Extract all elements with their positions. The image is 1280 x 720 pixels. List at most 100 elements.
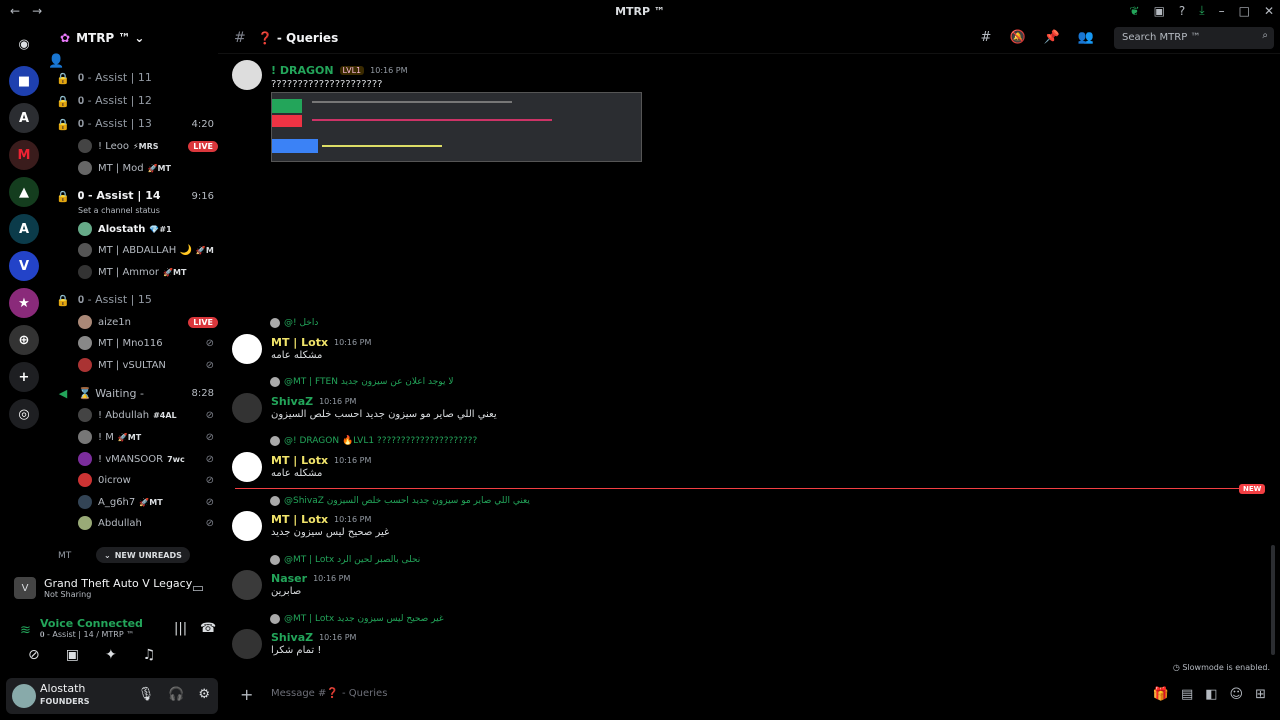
search-icon: ⌕: [1262, 30, 1268, 41]
pinned-messages-icon[interactable]: 📌: [1044, 30, 1060, 45]
member-list-icon[interactable]: 👥: [1078, 30, 1094, 45]
title-bar: ← → MTRP ™ ❦ ▣ ? ⤓ – □ ✕: [0, 0, 1280, 22]
camera-off-icon[interactable]: ⊘: [28, 647, 40, 663]
voice-channel-assist-11[interactable]: 🔒 𝟎 - Assist | 11: [56, 68, 218, 88]
scrollbar[interactable]: [1271, 545, 1275, 655]
settings-gear-icon[interactable]: ⚙: [198, 687, 210, 702]
threads-icon[interactable]: #: [981, 30, 992, 45]
avatar[interactable]: [232, 570, 262, 600]
avatar[interactable]: [232, 334, 262, 364]
voice-user[interactable]: MT | ABDALLAH 🌙 🚀M: [78, 240, 218, 260]
voice-user[interactable]: MT | Mod 🚀MT: [78, 158, 218, 178]
mic-muted-icon: ⊘: [205, 517, 214, 529]
emoji-icon[interactable]: ☺: [1230, 687, 1244, 702]
server-icon[interactable]: M: [9, 140, 39, 170]
server-icon[interactable]: ▲: [9, 177, 39, 207]
signal-icon[interactable]: ≋: [20, 623, 31, 638]
apps-icon[interactable]: ⊞: [1255, 687, 1266, 702]
avatar[interactable]: [232, 60, 262, 90]
invite-people-icon[interactable]: 👤: [48, 54, 64, 69]
reply-reference[interactable]: @MT | FTEN لا يوجد اعلان عن سيزون جديد: [270, 377, 453, 387]
discover-icon[interactable]: ◎: [9, 399, 39, 429]
sticker-icon[interactable]: ◧: [1205, 687, 1217, 702]
voice-user[interactable]: aize1n LIVE: [78, 312, 218, 332]
lock-icon: 🔒: [56, 293, 70, 307]
voice-user[interactable]: MT | Mno116 ⊘: [78, 333, 218, 353]
lock-icon: 🔒: [56, 189, 70, 203]
mic-muted-icon: ⊘: [205, 453, 214, 465]
activity-panel: V Grand Theft Auto V Legacy Not Sharing ▭…: [8, 571, 218, 691]
voice-channel-assist-14[interactable]: 🔒 𝟎 - Assist | 14 9:16: [56, 186, 218, 206]
headphones-icon[interactable]: 🎧: [168, 687, 184, 702]
mic-muted-icon: ⊘: [205, 496, 214, 508]
reply-reference[interactable]: @MT | Lotx غير صحيح ليس سيزون جديد: [270, 614, 444, 624]
voice-channel-assist-15[interactable]: 🔒 𝟎 - Assist | 15: [56, 290, 218, 310]
speaker-icon: ◀: [58, 386, 68, 400]
soundboard-icon[interactable]: ♫: [143, 647, 156, 663]
voice-channel-assist-13[interactable]: 🔒 𝟎 - Assist | 13 4:20: [56, 114, 218, 134]
avatar[interactable]: [232, 452, 262, 482]
image-attachment[interactable]: [271, 92, 642, 162]
inbox-icon[interactable]: ▣: [1154, 4, 1165, 18]
reply-reference[interactable]: @ShivaZ يعني اللي صاير مو سيزون جديد احس…: [270, 496, 530, 506]
server-name: MTRP ™: [76, 31, 131, 45]
server-header[interactable]: ✿ MTRP ™ ⌄: [48, 22, 218, 54]
voice-user[interactable]: ! M 🚀MT ⊘: [78, 427, 218, 447]
maximize-icon[interactable]: □: [1239, 4, 1250, 18]
microphone-icon[interactable]: 🎙: [138, 687, 155, 702]
reply-reference[interactable]: @MT | Lotx نحلى بالصبر لحين الرد: [270, 555, 420, 565]
new-messages-divider: [235, 488, 1261, 489]
gif-icon[interactable]: ▤: [1181, 687, 1193, 702]
minimize-icon[interactable]: –: [1219, 4, 1225, 18]
server-icon[interactable]: V: [9, 251, 39, 281]
help-icon[interactable]: ?: [1179, 4, 1185, 18]
message-input[interactable]: Message #❓ - Queries: [271, 688, 387, 699]
voice-user[interactable]: 0icrow ⊘: [78, 470, 218, 490]
server-icon[interactable]: A: [9, 103, 39, 133]
voice-user[interactable]: ! vMANSOOR 7wc ⊘: [78, 449, 218, 469]
channel-status[interactable]: Set a channel status: [78, 206, 160, 215]
forward-arrow-icon[interactable]: →: [32, 4, 42, 18]
voice-user[interactable]: A_g6h7 🚀MT ⊘: [78, 492, 218, 512]
search-input[interactable]: Search MTRP ™ ⌕: [1114, 27, 1274, 49]
share-screen-icon[interactable]: ▣: [66, 647, 79, 663]
clock-icon: ◷: [1172, 663, 1183, 672]
mic-muted-icon: ⊘: [205, 359, 214, 371]
server-icon[interactable]: ★: [9, 288, 39, 318]
noise-suppression-icon[interactable]: |||: [174, 621, 187, 636]
voice-user[interactable]: Alostath 💎#1: [78, 219, 218, 239]
voice-channel-assist-12[interactable]: 🔒 𝟎 - Assist | 12: [56, 91, 218, 111]
avatar[interactable]: [12, 684, 36, 708]
lock-icon: 🔒: [56, 94, 70, 108]
avatar[interactable]: [232, 629, 262, 659]
notification-bell-icon[interactable]: 🔕: [1009, 30, 1025, 45]
add-server-icon[interactable]: +: [9, 362, 39, 392]
server-icon[interactable]: ⊕: [9, 325, 39, 355]
server-icon[interactable]: ■: [9, 66, 39, 96]
discord-home-icon[interactable]: ◉: [9, 29, 39, 59]
avatar[interactable]: [232, 393, 262, 423]
close-icon[interactable]: ✕: [1264, 4, 1274, 18]
voice-channel-waiting[interactable]: ◀ ⌛ Waiting -8:28: [56, 383, 218, 403]
gift-icon[interactable]: 🎁: [1153, 687, 1169, 702]
activities-icon[interactable]: ✦: [105, 647, 117, 663]
mic-muted-icon: ⊘: [205, 337, 214, 349]
reply-reference[interactable]: @! DRAGON 🔥LVL1 ?????????????????????: [270, 436, 477, 446]
disconnect-icon[interactable]: ☎: [200, 621, 216, 636]
voice-user[interactable]: MT | vSULTAN ⊘: [78, 355, 218, 375]
voice-user[interactable]: Abdullah ⊘: [78, 513, 218, 533]
voice-user[interactable]: ! Abdullah #4AL ⊘: [78, 405, 218, 425]
back-arrow-icon[interactable]: ←: [10, 4, 20, 18]
category-label[interactable]: MT: [58, 551, 71, 561]
add-attachment-icon[interactable]: +: [240, 685, 253, 704]
leaf-icon[interactable]: ❦: [1130, 4, 1140, 18]
voice-user[interactable]: MT | Ammor 🚀MT: [78, 262, 218, 282]
avatar[interactable]: [232, 511, 262, 541]
download-icon[interactable]: ⤓: [1199, 3, 1204, 18]
voice-user[interactable]: ! Leoo ⚡MRS LIVE: [78, 136, 218, 156]
message-composer: + Message #❓ - Queries 🎁 ▤ ◧ ☺ ⊞: [230, 681, 1274, 709]
screen-share-icon[interactable]: ▭: [192, 581, 204, 596]
server-icon[interactable]: A: [9, 214, 39, 244]
new-unreads-button[interactable]: ⌄ NEW UNREADS: [96, 547, 190, 563]
reply-reference[interactable]: @! داخل: [270, 318, 318, 328]
